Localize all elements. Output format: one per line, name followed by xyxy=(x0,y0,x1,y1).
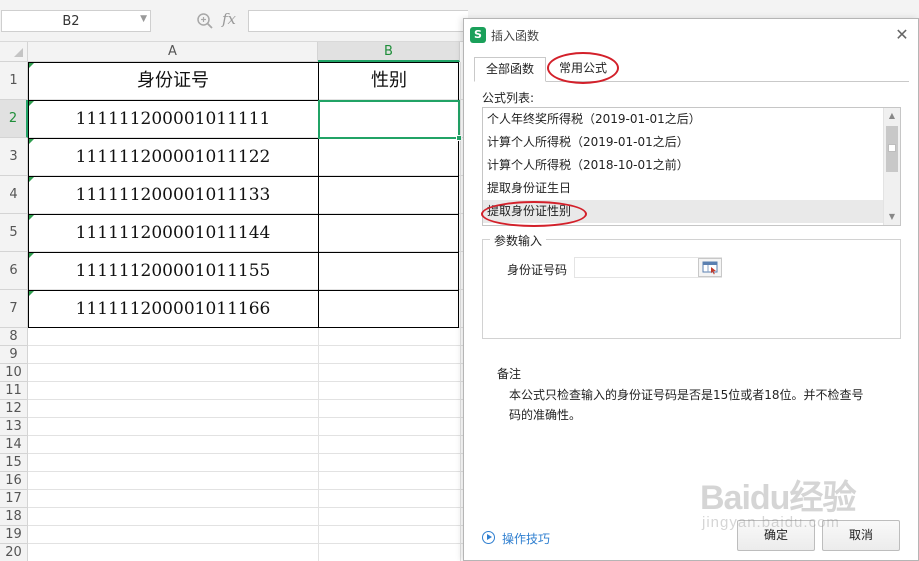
gridline xyxy=(28,453,470,454)
dialog-title: 插入函数 xyxy=(491,29,540,43)
tab-common-formulas[interactable]: 常用公式 xyxy=(548,57,618,82)
dialog-titlebar[interactable]: S 插入函数 ✕ xyxy=(464,19,918,51)
row-header[interactable]: 3 xyxy=(0,138,28,176)
fill-handle[interactable] xyxy=(456,135,462,141)
gridline xyxy=(28,399,470,400)
chevron-down-icon[interactable]: ▼ xyxy=(140,14,147,24)
row-header[interactable]: 18 xyxy=(0,508,28,526)
row-header[interactable]: 19 xyxy=(0,526,28,544)
insert-function-dialog: S 插入函数 ✕ 全部函数 常用公式 公式列表: 个人年终奖所得税（2019-0… xyxy=(463,18,919,561)
row-header[interactable]: 11 xyxy=(0,382,28,400)
row-header[interactable]: 4 xyxy=(0,176,28,214)
number-as-text-indicator xyxy=(29,253,34,258)
row-header[interactable]: 16 xyxy=(0,472,28,490)
param-group-label: 参数输入 xyxy=(490,232,547,249)
list-item[interactable]: 计算个人所得税（2018-10-01之前） xyxy=(483,154,883,177)
column-header-a[interactable]: A xyxy=(28,42,318,62)
id-number-cell[interactable]: 111111200001011155 xyxy=(28,252,318,290)
close-icon[interactable]: ✕ xyxy=(892,25,912,45)
name-box[interactable]: B2 ▼ xyxy=(1,10,151,32)
gridline xyxy=(28,507,470,508)
scroll-thumb[interactable] xyxy=(886,126,898,172)
zoom-icon[interactable] xyxy=(196,12,214,30)
list-item[interactable]: 个人年终奖所得税（2019-01-01之后） xyxy=(483,108,883,131)
tips-link[interactable]: 操作技巧 xyxy=(502,530,550,547)
number-as-text-indicator xyxy=(29,291,34,296)
row-header[interactable]: 8 xyxy=(0,328,28,346)
list-item[interactable]: 计算个人所得税（2019-01-01之后） xyxy=(483,131,883,154)
row-header[interactable]: 13 xyxy=(0,418,28,436)
table-row-border xyxy=(28,214,459,215)
scroll-down-icon[interactable]: ▼ xyxy=(884,209,900,225)
formula-list[interactable]: 个人年终奖所得税（2019-01-01之后） 计算个人所得税（2019-01-0… xyxy=(482,107,901,226)
notes-text: 本公式只检查输入的身份证号码是否是15位或者18位。并不检查号码的准确性。 xyxy=(509,388,864,422)
number-as-text-indicator xyxy=(29,139,34,144)
id-number-cell[interactable]: 111111200001011111 xyxy=(28,100,318,138)
list-scrollbar[interactable]: ▲ ▼ xyxy=(883,108,900,225)
gridline xyxy=(28,417,470,418)
number-as-text-indicator xyxy=(29,101,34,106)
row-header[interactable]: 5 xyxy=(0,214,28,252)
id-number-cell[interactable]: 111111200001011166 xyxy=(28,290,318,328)
tab-all-functions[interactable]: 全部函数 xyxy=(474,57,546,82)
row-header[interactable]: 7 xyxy=(0,290,28,328)
number-as-text-indicator xyxy=(29,177,34,182)
ok-button[interactable]: 确定 xyxy=(737,520,815,551)
cancel-button[interactable]: 取消 xyxy=(822,520,900,551)
gridline xyxy=(28,525,470,526)
formula-input[interactable] xyxy=(248,10,468,32)
play-circle-icon[interactable] xyxy=(482,531,495,544)
gridline xyxy=(28,543,470,544)
id-number-cell[interactable]: 111111200001011133 xyxy=(28,176,318,214)
row-header[interactable]: 12 xyxy=(0,400,28,418)
wps-app-icon: S xyxy=(470,27,486,43)
notes-title: 备注 xyxy=(497,367,522,381)
row-header[interactable]: 17 xyxy=(0,490,28,508)
param-group xyxy=(482,239,901,339)
row-header[interactable]: 14 xyxy=(0,436,28,454)
table-row-border xyxy=(28,252,459,253)
list-item-selected[interactable]: 提取身份证性别 xyxy=(483,200,883,223)
number-as-text-indicator xyxy=(29,215,34,220)
row-header[interactable]: 20 xyxy=(0,544,28,561)
id-number-cell[interactable]: 111111200001011144 xyxy=(28,214,318,252)
gridline xyxy=(28,381,470,382)
spreadsheet-grid[interactable]: AB 1 2 3 4 5 6 7 8 9 10 11 12 13 14 15 16 17 18 19 20 身份证号性… xyxy=(0,42,470,561)
row-header[interactable]: 2 xyxy=(0,100,28,138)
fx-icon[interactable]: fx xyxy=(222,10,236,28)
gridline xyxy=(28,345,470,346)
gridline xyxy=(28,363,470,364)
param-label: 身份证号码 xyxy=(507,263,568,277)
range-select-icon xyxy=(702,261,718,275)
scroll-up-icon[interactable]: ▲ xyxy=(884,108,900,124)
header-cell-id-number[interactable]: 身份证号 xyxy=(28,62,318,100)
row-header[interactable]: 10 xyxy=(0,364,28,382)
row-header[interactable]: 15 xyxy=(0,454,28,472)
row-header[interactable]: 9 xyxy=(0,346,28,364)
row-header[interactable]: 6 xyxy=(0,252,28,290)
cell-reference-button[interactable] xyxy=(698,258,722,277)
header-cell-gender[interactable]: 性别 xyxy=(318,62,460,100)
column-header-b[interactable]: B xyxy=(318,42,460,62)
table-row-border xyxy=(28,176,459,177)
list-item[interactable]: 提取身份证生日 xyxy=(483,177,883,200)
table-row-border xyxy=(28,290,459,291)
gridline xyxy=(28,489,470,490)
number-as-text-indicator xyxy=(29,63,34,68)
gridline xyxy=(28,471,470,472)
formula-list-label: 公式列表: xyxy=(482,91,535,105)
selected-cell-b2[interactable] xyxy=(318,100,462,141)
id-number-cell[interactable]: 111111200001011122 xyxy=(28,138,318,176)
select-all-corner[interactable] xyxy=(0,42,28,62)
name-box-value: B2 xyxy=(62,14,80,29)
gridline xyxy=(28,435,470,436)
row-header[interactable]: 1 xyxy=(0,62,28,100)
